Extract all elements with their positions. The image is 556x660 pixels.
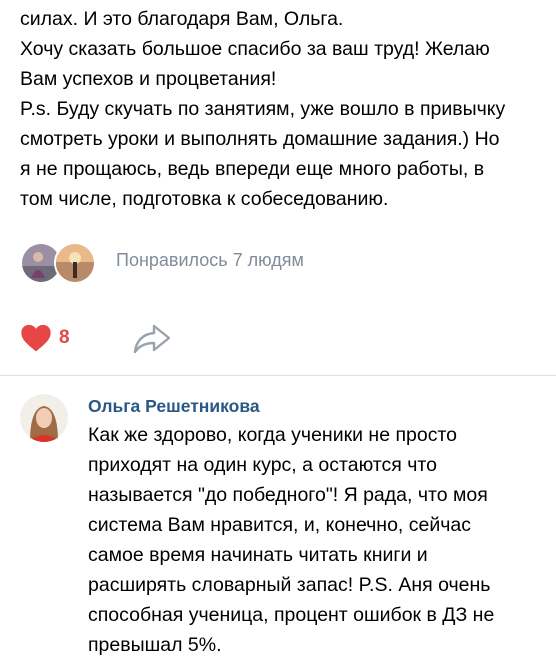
share-arrow-icon — [132, 324, 172, 360]
comment-text-line: расширять словарный запас! P.S. Аня очен… — [88, 574, 491, 596]
like-count: 8 — [59, 327, 70, 348]
post-text-line: силах. И это благодаря Вам, Ольга. — [20, 8, 344, 30]
comment-text-line: система Вам нравится, и, конечно, сейчас — [88, 514, 472, 536]
liked-by-row[interactable]: Понравилось 7 людям — [20, 242, 420, 284]
liked-by-text[interactable]: Понравилось 7 людям — [116, 250, 304, 271]
post-text: силах. И это благодаря Вам, Ольга. Хочу … — [20, 4, 550, 214]
post-text-line: P.s. Буду скучать по занятиям, уже вошло… — [20, 98, 506, 120]
post-text-line: том числе, подготовка к собеседованию. — [20, 188, 389, 210]
share-button[interactable] — [132, 322, 172, 356]
comment-text-line: способная ученица, процент ошибок в ДЗ н… — [88, 604, 495, 626]
liker-avatar[interactable] — [54, 242, 96, 284]
heart-icon — [20, 323, 52, 353]
post-text-line: Хочу сказать большое спасибо за ваш труд… — [20, 38, 490, 60]
like-button[interactable]: 8 — [20, 320, 70, 356]
comment-text-line: самое время начинать читать книги и — [88, 544, 428, 566]
comment-author[interactable]: Ольга Решетникова — [88, 396, 260, 417]
comment-text-line: приходят на один курс, а остаются что — [88, 454, 437, 476]
comment-text-line: превышал 5%. — [88, 634, 222, 656]
post-text-line: я не прощаюсь, ведь впереди еще много ра… — [20, 158, 485, 180]
comment-text-line: называется "до победного"! Я рада, что м… — [88, 484, 488, 506]
comment-text-line: Как же здорово, когда ученики не просто — [88, 424, 458, 446]
post-actions: 8 — [20, 320, 540, 360]
comment: Ольга Решетникова Как же здорово, когда … — [0, 376, 556, 656]
comment-text: Как же здорово, когда ученики не просто … — [88, 420, 548, 660]
post-text-line: смотреть уроки и выполнять домашние зада… — [20, 128, 500, 150]
commenter-avatar[interactable] — [20, 394, 68, 442]
post-text-line: Вам успехов и процветания! — [20, 68, 277, 90]
